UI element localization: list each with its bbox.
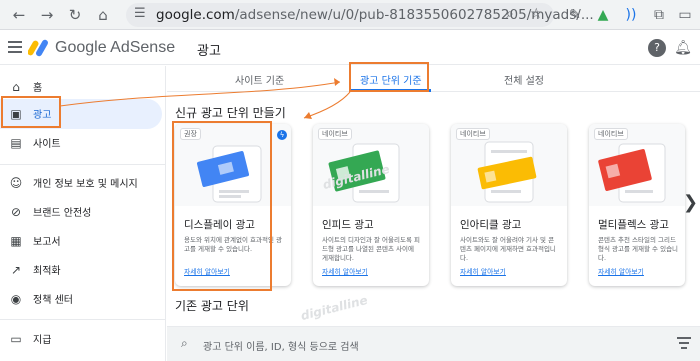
- card-title: 인피드 광고: [322, 219, 374, 231]
- card-description: 사이트와도 잘 어울려야 기사 및 콘텐츠 페이지에 게재하면 효과적입니다.: [460, 236, 556, 262]
- search-input[interactable]: 광고 단위 이름, ID, 형식 등으로 검색: [203, 338, 359, 353]
- ad-card-inarticle[interactable]: 네이티브 인아티클 광고 사이트와도 잘 어울려야 기사 및 콘텐츠 페이지에 …: [451, 124, 567, 286]
- learn-more-link[interactable]: 자세히 알아보기: [322, 266, 368, 276]
- highlight-box-ads-menu: [1, 96, 61, 128]
- sidebar-item-optimization[interactable]: ↗ 최적화: [0, 255, 162, 285]
- reload-icon[interactable]: ↻: [66, 6, 84, 24]
- sidebar-divider: [0, 319, 166, 320]
- existing-ad-units-title: 기존 광고 단위: [175, 299, 249, 313]
- sidebar-item-label: 최적화: [33, 266, 61, 277]
- sidebar-item-privacy[interactable]: ☺ 개인 정보 보호 및 메시지: [0, 168, 162, 198]
- sidebar-item-label: 브랜드 안전성: [33, 208, 92, 219]
- drive-icon[interactable]: ▲: [594, 6, 612, 24]
- audio-icon[interactable]: )): [622, 6, 640, 24]
- card-description: 콘텐츠 추천 스타일의 그리드 형식 광고를 게재할 수 있습니다.: [598, 236, 679, 262]
- new-ad-units-title: 신규 광고 단위 만들기: [175, 106, 286, 120]
- puzzle-icon[interactable]: ⧉: [650, 6, 668, 24]
- sidebar-item-label: 사이트: [33, 139, 61, 150]
- privacy-icon: ☺: [9, 176, 23, 190]
- highlight-box-display-card: [172, 121, 272, 291]
- card-title: 멀티플렉스 광고: [598, 219, 669, 231]
- zoom-icon[interactable]: ⌕: [506, 6, 514, 22]
- forward-icon[interactable]: →: [38, 6, 56, 24]
- filter-icon[interactable]: [677, 337, 691, 349]
- ad-card-multiplex[interactable]: 네이티브 멀티플렉스 광고 콘텐츠 추천 스타일의 그리드 형식 광고를 게재할…: [589, 124, 685, 286]
- product-name: Google AdSense: [55, 39, 176, 56]
- learn-more-link[interactable]: 자세히 알아보기: [598, 266, 644, 276]
- brand-safety-icon: ⊘: [10, 205, 22, 219]
- info-icon: ϟ: [277, 130, 287, 140]
- card-badge: 네이티브: [594, 128, 628, 140]
- browser-toolbar: ← → ↻ ⌂ ☰ google.com/adsense/new/u/0/pub…: [0, 0, 700, 30]
- ad-card-infeed[interactable]: 네이티브 인피드 광고 사이트의 디자인과 잘 어울리도록 피드형 광고를 나열…: [313, 124, 429, 286]
- highlight-box-ad-unit-tab: [349, 62, 429, 92]
- tab-global-settings[interactable]: 전체 설정: [504, 72, 544, 87]
- learn-more-link[interactable]: 자세히 알아보기: [460, 266, 506, 276]
- tune-icon[interactable]: ☰: [134, 6, 146, 21]
- card-badge: 네이티브: [456, 128, 490, 140]
- url-text: google.com/adsense/new/u/0/pub-818355060…: [156, 7, 594, 23]
- sidebar-item-reports[interactable]: ▦ 보고서: [0, 226, 162, 256]
- sidebar-item-payments[interactable]: ▭ 지급: [0, 324, 162, 354]
- sidebar-item-label: 정책 센터: [33, 295, 73, 306]
- sidebar-item-label: 보고서: [33, 237, 61, 248]
- help-icon[interactable]: ?: [648, 39, 666, 57]
- sidebar-item-sites[interactable]: ▤ 사이트: [0, 128, 162, 158]
- address-bar[interactable]: ☰ google.com/adsense/new/u/0/pub-8183550…: [126, 3, 594, 27]
- app-header: Google AdSense 광고 ? 🔔︎: [0, 31, 700, 65]
- card-badge: 네이티브: [318, 128, 352, 140]
- policy-icon: ◉: [10, 292, 22, 306]
- tab-site[interactable]: 사이트 기준: [235, 72, 284, 87]
- menu-icon[interactable]: [8, 41, 22, 53]
- sidebar-item-policy[interactable]: ◉ 정책 센터: [0, 284, 162, 314]
- optimization-icon: ↗: [10, 263, 22, 277]
- sidebar-item-label: 개인 정보 보호 및 메시지: [33, 179, 138, 190]
- star-icon[interactable]: ☆: [530, 6, 543, 22]
- pen-icon[interactable]: ✎: [566, 6, 584, 24]
- chevron-right-icon[interactable]: ❯: [683, 192, 698, 213]
- notifications-icon[interactable]: 🔔︎: [674, 39, 692, 57]
- sidebar-item-brand-safety[interactable]: ⊘ 브랜드 안전성: [0, 197, 162, 227]
- home-icon: ⌂: [12, 80, 20, 94]
- watermark: digitalline: [299, 292, 369, 324]
- sidebar-item-label: 홈: [33, 83, 43, 94]
- home-icon[interactable]: ⌂: [94, 6, 112, 24]
- card-title: 인아티클 광고: [460, 219, 522, 231]
- reports-icon: ▦: [10, 234, 22, 248]
- back-icon[interactable]: ←: [10, 6, 28, 24]
- sidebar-divider: [0, 164, 166, 165]
- tab-bar: 사이트 기준 광고 단위 기준 전체 설정: [167, 66, 700, 92]
- page-title: 광고: [197, 44, 221, 59]
- payments-icon: ▭: [10, 332, 22, 346]
- window-icon[interactable]: ▭: [676, 6, 694, 24]
- ad-unit-search[interactable]: ⌕ 광고 단위 이름, ID, 형식 등으로 검색: [167, 326, 700, 361]
- sidebar-item-label: 지급: [33, 335, 52, 346]
- card-description: 사이트의 디자인과 잘 어울리도록 피드형 광고를 나열된 콘텐츠 사이에 게재…: [322, 236, 420, 262]
- sites-icon: ▤: [10, 136, 22, 150]
- search-icon: ⌕: [181, 336, 188, 350]
- adsense-logo: [28, 39, 48, 57]
